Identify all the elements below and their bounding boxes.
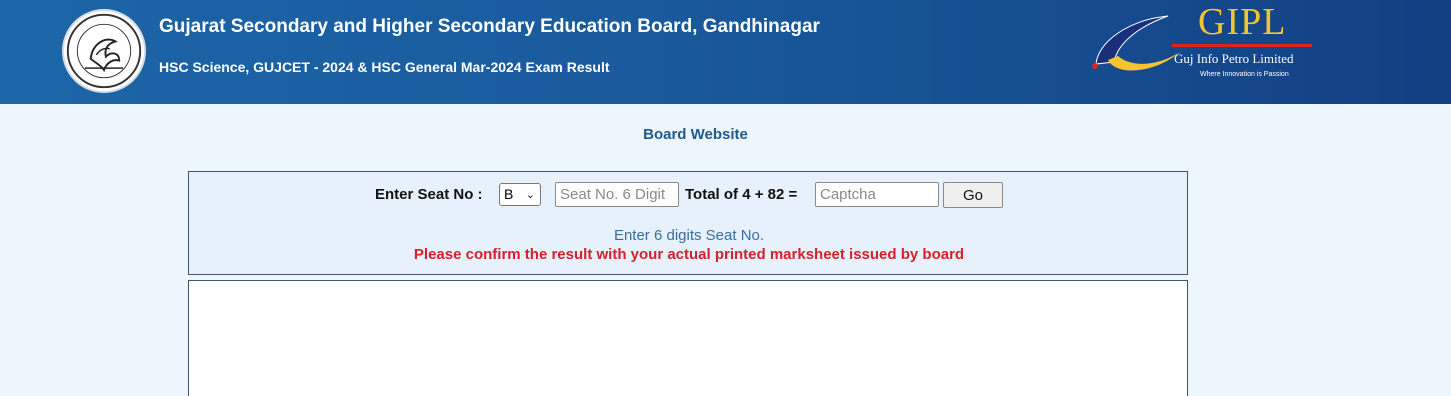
warning-text: Please confirm the result with your actu… bbox=[413, 246, 965, 263]
captcha-input[interactable] bbox=[815, 182, 939, 207]
gipl-tagline: Where Innovation is Passion bbox=[1200, 71, 1289, 78]
gipl-logo: GIPL Guj Info Petro Limited Where Innova… bbox=[1088, 1, 1328, 84]
board-website-link[interactable]: Board Website bbox=[0, 126, 1391, 143]
gipl-company-name: Guj Info Petro Limited bbox=[1174, 51, 1294, 66]
series-select[interactable]: B ⌄ bbox=[499, 183, 541, 206]
result-panel bbox=[188, 280, 1188, 396]
page-title: Gujarat Secondary and Higher Secondary E… bbox=[159, 16, 820, 37]
seat-hint-text: Enter 6 digits Seat No. bbox=[613, 227, 765, 244]
go-button[interactable]: Go bbox=[943, 182, 1003, 208]
seat-entry-form: Enter Seat No : B ⌄ Total of 4 + 82 = Go… bbox=[188, 171, 1188, 275]
board-seal-icon bbox=[62, 9, 146, 93]
seat-number-input[interactable] bbox=[555, 182, 679, 207]
gipl-swoosh-icon bbox=[1088, 2, 1188, 82]
seat-number-label: Enter Seat No : bbox=[375, 186, 483, 203]
gipl-logo-text: GIPL bbox=[1198, 1, 1287, 43]
header-banner: Gujarat Secondary and Higher Secondary E… bbox=[0, 0, 1451, 104]
series-select-value: B bbox=[504, 186, 514, 202]
chevron-down-icon: ⌄ bbox=[525, 189, 535, 201]
captcha-question-label: Total of 4 + 82 = bbox=[685, 186, 798, 203]
page-subtitle: HSC Science, GUJCET - 2024 & HSC General… bbox=[159, 59, 610, 75]
gipl-logo-divider bbox=[1172, 44, 1312, 47]
